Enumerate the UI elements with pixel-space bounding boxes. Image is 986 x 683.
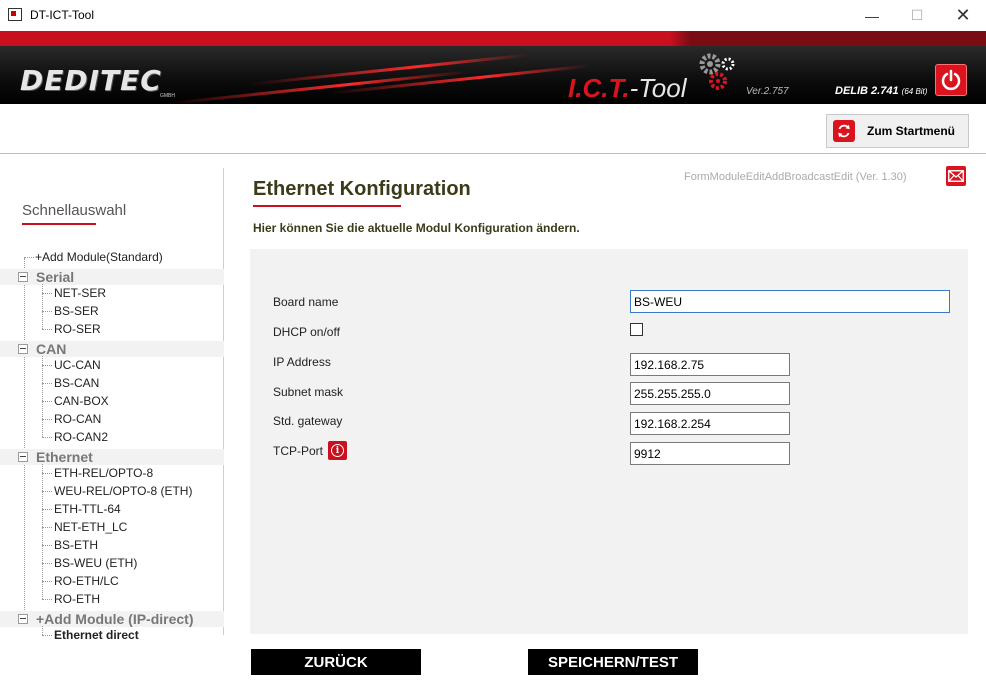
- tree-item-bs-weu-eth[interactable]: BS-WEU (ETH): [0, 554, 224, 572]
- tree-category-serial[interactable]: Serial: [0, 269, 224, 285]
- minimize-button[interactable]: —: [849, 0, 895, 31]
- subnet-mask-input[interactable]: [630, 382, 790, 405]
- gateway-input[interactable]: [630, 412, 790, 435]
- delib-bits: (64 Bit): [901, 87, 928, 96]
- tree-item-can-box[interactable]: CAN-BOX: [0, 392, 224, 410]
- ict-prefix: I.C.T.: [568, 73, 630, 103]
- tree-item-ethernet-direct[interactable]: Ethernet direct: [0, 626, 224, 644]
- delib-label: DELIB 2.741 (64 Bit): [835, 85, 927, 97]
- banner: DEDITEC GMBH I.C.T.-Tool Ver.2.757 DELIB…: [0, 46, 986, 104]
- refresh-icon: [833, 120, 855, 142]
- app-window: DT-ICT-Tool — ☐ ✕ DEDITEC GMBH I.C.T.-To…: [0, 0, 986, 683]
- tree-item-net-ser[interactable]: NET-SER: [0, 284, 224, 302]
- info-glyph: i: [331, 444, 344, 457]
- tree-item-ro-eth[interactable]: RO-ETH: [0, 590, 224, 608]
- collapse-icon[interactable]: [18, 272, 28, 282]
- close-button[interactable]: ✕: [940, 0, 986, 31]
- tree-category-can[interactable]: CAN: [0, 341, 224, 357]
- window-title: DT-ICT-Tool: [30, 8, 95, 22]
- ict-suffix: -Tool: [629, 73, 687, 103]
- page-title-underline: [253, 205, 401, 207]
- tree-item-net-eth-lc[interactable]: NET-ETH_LC: [0, 518, 224, 536]
- tcp-port-label: TCP-Port: [273, 444, 324, 458]
- deditec-logo: DEDITEC: [20, 64, 162, 97]
- start-menu-button[interactable]: Zum Startmenü: [826, 114, 969, 148]
- power-icon: [941, 69, 961, 91]
- app-icon: [8, 8, 22, 21]
- tree-item-ro-can2[interactable]: RO-CAN2: [0, 428, 224, 446]
- collapse-icon[interactable]: [18, 452, 28, 462]
- tree-item-ro-ser[interactable]: RO-SER: [0, 320, 224, 338]
- tree-category-ip-direct[interactable]: +Add Module (IP-direct): [0, 611, 224, 627]
- ip-address-input[interactable]: [630, 353, 790, 376]
- tree-item-weu-rel-opto-8[interactable]: WEU-REL/OPTO-8 (ETH): [0, 482, 224, 500]
- tree-item-uc-can[interactable]: UC-CAN: [0, 356, 224, 374]
- mail-icon[interactable]: [946, 166, 966, 186]
- dhcp-checkbox[interactable]: [630, 323, 643, 336]
- sidebar-title-underline: [22, 223, 96, 225]
- ip-address-label: IP Address: [273, 355, 331, 369]
- form-info: FormModuleEditAddBroadcastEdit (Ver. 1.3…: [684, 171, 907, 183]
- tree-item-eth-ttl-64[interactable]: ETH-TTL-64: [0, 500, 224, 518]
- power-button[interactable]: [935, 64, 967, 96]
- tree-item-bs-eth[interactable]: BS-ETH: [0, 536, 224, 554]
- save-test-button[interactable]: SPEICHERN/TEST: [528, 649, 698, 675]
- tree-category-ethernet[interactable]: Ethernet: [0, 449, 224, 465]
- tree-item-eth-rel-opto-8[interactable]: ETH-REL/OPTO-8: [0, 464, 224, 482]
- collapse-icon[interactable]: [18, 344, 28, 354]
- info-icon[interactable]: i: [328, 441, 347, 460]
- version-label: Ver.2.757: [746, 86, 789, 97]
- toolbar: Zum Startmenü: [0, 105, 986, 154]
- gear-icon: [699, 53, 735, 90]
- banner-red-strip: [0, 31, 986, 46]
- sidebar-title: Schnellauswahl: [22, 202, 127, 219]
- board-name-input[interactable]: [630, 290, 950, 313]
- page-title: Ethernet Konfiguration: [253, 178, 471, 200]
- board-name-label: Board name: [273, 295, 339, 309]
- tree-item-bs-can[interactable]: BS-CAN: [0, 374, 224, 392]
- dhcp-label: DHCP on/off: [273, 325, 340, 339]
- back-button[interactable]: ZURÜCK: [251, 649, 421, 675]
- tree-item-ro-can[interactable]: RO-CAN: [0, 410, 224, 428]
- tree-item-ro-eth-lc[interactable]: RO-ETH/LC: [0, 572, 224, 590]
- page-subtitle: Hier können Sie die aktuelle Modul Konfi…: [253, 221, 580, 235]
- gateway-label: Std. gateway: [273, 414, 343, 428]
- subnet-mask-label: Subnet mask: [273, 385, 344, 399]
- tree-item-add-module-standard[interactable]: +Add Module(Standard): [0, 248, 224, 266]
- start-menu-label: Zum Startmenü: [867, 124, 956, 138]
- tcp-port-input[interactable]: [630, 442, 790, 465]
- tree-item-bs-ser[interactable]: BS-SER: [0, 302, 224, 320]
- delib-version: DELIB 2.741: [835, 85, 899, 97]
- title-bar: DT-ICT-Tool — ☐ ✕: [0, 0, 986, 31]
- ict-tool-title: I.C.T.-Tool: [568, 73, 686, 104]
- banner-streak: [330, 64, 590, 95]
- collapse-icon[interactable]: [18, 614, 28, 624]
- maximize-button[interactable]: ☐: [894, 0, 940, 31]
- logo-suffix: GMBH: [160, 93, 175, 99]
